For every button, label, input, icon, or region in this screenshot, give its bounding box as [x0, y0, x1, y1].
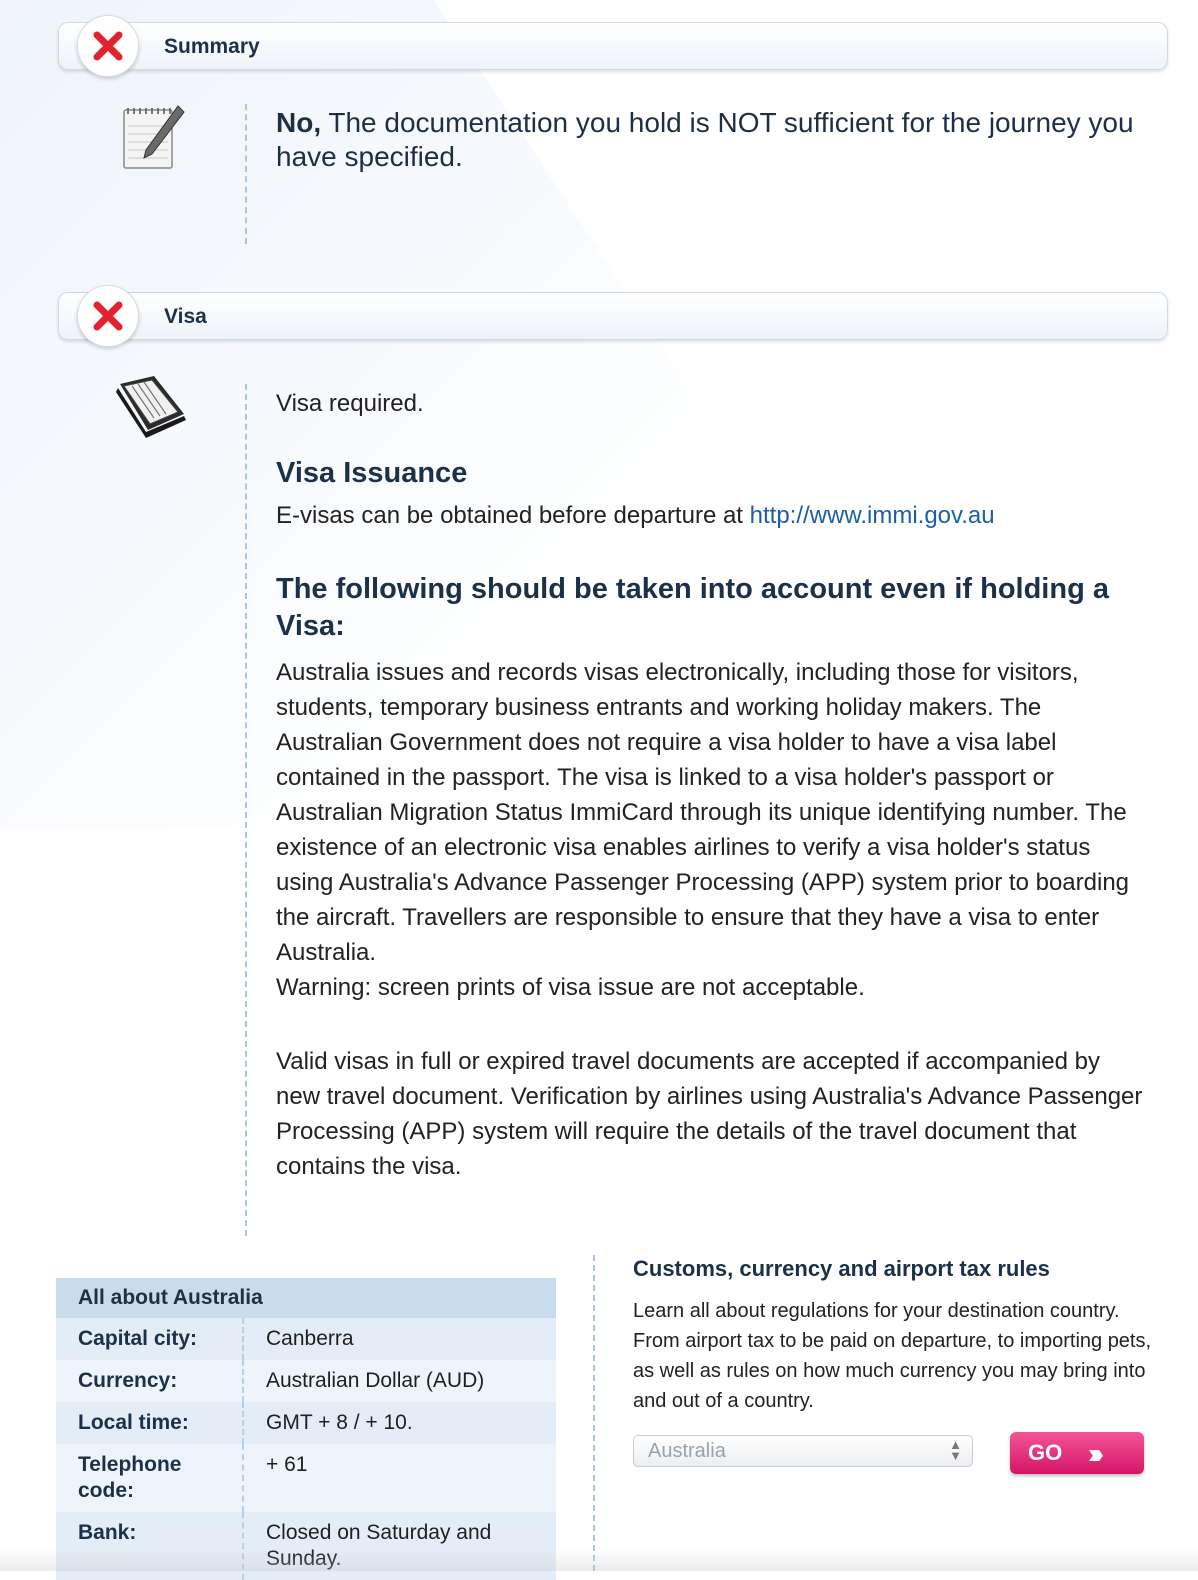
immi-link[interactable]: http://www.immi.gov.au — [750, 502, 995, 529]
visa-issuance-text: E-visas can be obtained before departure… — [276, 498, 1146, 533]
row-label: Capital city: — [56, 1318, 244, 1360]
bottom-fade — [0, 1549, 1198, 1571]
summary-status-badge — [77, 15, 139, 77]
visa-header: Visa — [58, 285, 1168, 347]
row-label: Local time: — [56, 1402, 244, 1444]
visa-status-badge — [77, 285, 139, 347]
row-value: Canberra — [243, 1318, 556, 1360]
summary-text: No, The documentation you hold is NOT su… — [276, 106, 1156, 174]
go-button-label: GO — [1028, 1440, 1063, 1465]
summary-answer: No, — [276, 107, 322, 138]
notepad-icon — [118, 102, 188, 177]
visa-required-text: Visa required. — [276, 390, 424, 417]
visa-account-paragraph: Australia issues and records visas elect… — [276, 659, 1130, 966]
table-row: Telephone code: + 61 — [56, 1444, 556, 1512]
all-about-table: All about Australia Capital city: Canber… — [56, 1278, 556, 1580]
column-divider — [593, 1255, 595, 1571]
table-row: Currency: Australian Dollar (AUD) — [56, 1360, 556, 1402]
visa-issuance-heading: Visa Issuance — [276, 457, 468, 489]
summary-title: Summary — [164, 35, 260, 58]
fail-x-icon — [93, 301, 123, 331]
summary-divider — [245, 104, 247, 244]
chevrons-right-icon: ››› — [1088, 1438, 1104, 1469]
country-select-value: Australia — [648, 1440, 726, 1462]
visa-content: Visa required. Visa Issuance E-visas can… — [276, 386, 1146, 1184]
visa-divider — [245, 384, 247, 1236]
go-button[interactable]: GO ››› — [1010, 1432, 1144, 1474]
customs-box: Customs, currency and airport tax rules … — [633, 1256, 1153, 1416]
row-value: Australian Dollar (AUD) — [243, 1360, 556, 1402]
row-label: Currency: — [56, 1360, 244, 1402]
row-value: GMT + 8 / + 10. — [243, 1402, 556, 1444]
issuance-text: E-visas can be obtained before departure… — [276, 502, 750, 529]
table-row: Capital city: Canberra — [56, 1318, 556, 1360]
summary-description: The documentation you hold is NOT suffic… — [276, 107, 1134, 172]
visa-title: Visa — [164, 305, 207, 328]
all-about-heading: All about Australia — [56, 1278, 556, 1318]
table-row: Local time: GMT + 8 / + 10. — [56, 1402, 556, 1444]
fail-x-icon — [93, 31, 123, 61]
visa-valid-paragraph: Valid visas in full or expired travel do… — [276, 1048, 1143, 1180]
visa-warning: Warning: screen prints of visa issue are… — [276, 974, 865, 1001]
visa-account-heading: The following should be taken into accou… — [276, 573, 1109, 642]
summary-header: Summary — [58, 15, 1168, 77]
select-arrows-icon: ▲ ▼ — [949, 1437, 962, 1463]
customs-title: Customs, currency and airport tax rules — [633, 1256, 1050, 1281]
row-value: + 61 — [243, 1444, 556, 1512]
country-select[interactable]: Australia ▲ ▼ — [633, 1435, 973, 1467]
passport-book-icon — [114, 370, 190, 447]
row-label: Telephone code: — [56, 1444, 244, 1512]
customs-description: Learn all about regulations for your des… — [633, 1300, 1152, 1412]
